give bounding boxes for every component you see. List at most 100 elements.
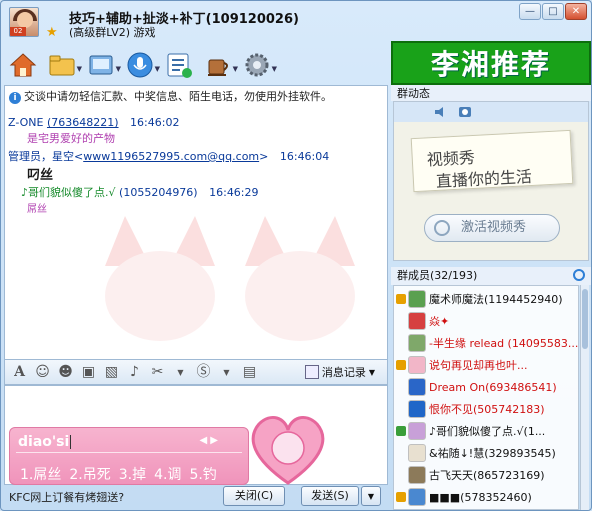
camera-icon[interactable] [458,106,472,118]
list-item[interactable]: 说句再见却再也叶... [396,354,578,376]
chevron-down-icon: ▼ [368,367,375,377]
video-show-note: 视频秀 直播你的生活 [410,129,574,193]
message-sender[interactable]: Z-ONE [8,116,43,129]
member-list[interactable]: 魔术师魔法(1194452940) 焱✦ -半生缘 relead (140955… [393,285,579,510]
toolbar-folder[interactable]: ▼ [44,47,82,83]
owner-badge-icon [396,294,406,304]
message-sender-qq[interactable]: (1055204976) [119,186,198,199]
avatar [408,334,426,352]
member-name: ♪哥们貌似傻了点.√(1... [429,425,546,438]
speaker-icon[interactable] [434,106,448,118]
video-show-line2: 直播你的生活 [435,166,533,191]
chat-history[interactable]: i 交谈中请勿轻信汇款、中奖信息、陌生电话，勿使用外挂软件。 Z-ONE (763… [4,85,388,361]
ime-candidate[interactable]: 3.掉 [119,467,146,483]
ime-candidate[interactable]: 5.钓 [189,467,216,483]
magic-emoji-icon[interactable]: ☻ [57,364,74,381]
maximize-button[interactable]: □ [542,3,564,20]
blank-badge [396,338,406,348]
close-button[interactable]: 关闭(C) [223,486,285,506]
font-icon[interactable]: A [11,364,28,381]
message-sender-email[interactable]: www1196527995.com@qq.com [83,150,259,163]
shake-icon[interactable]: ▣ [80,364,97,381]
send-button[interactable]: 发送(S) [301,486,359,506]
chevron-down-icon: ▼ [271,65,277,73]
toolbar-list[interactable] [161,47,197,83]
toolbar-coffee[interactable]: ▼ [200,47,238,83]
chevron-down-icon: ▼ [367,492,375,501]
message-sender[interactable]: ♪哥们貌似傻了点.√ [21,186,116,199]
member-name: 焱✦ [429,315,450,328]
toolbar-settings[interactable]: ▼ [239,47,277,83]
ime-candidate[interactable]: 1.屌丝 [20,467,61,483]
list-item[interactable]: 焱✦ [396,310,578,332]
status-badge-icon [396,426,406,436]
right-panel: 群动态 视频秀 直播你的生活 激活视频秀 群成员(32/193) 魔术师魔法(1… [391,85,591,510]
toolbar-voice[interactable]: ▼ [122,47,160,83]
member-name: &祐随↓!慧(329893545) [429,447,556,460]
search-icon [434,220,450,236]
more-icon[interactable]: ▤ [241,364,258,381]
banner-text: 李湘推荐 [430,48,551,81]
image-icon[interactable]: ▧ [103,364,120,381]
chevron-down-icon[interactable]: ▼ [218,364,235,381]
list-icon [167,53,192,78]
close-window-button[interactable]: ✕ [565,3,587,20]
music-icon[interactable]: ♪ [126,364,143,381]
ad-banner[interactable]: 李湘推荐 [391,41,591,85]
list-item[interactable]: ♪哥们貌似傻了点.√(1... [396,420,578,442]
message-sender-suffix: > [259,150,269,163]
currency-icon[interactable]: Ⓢ [195,364,212,381]
list-item[interactable]: 古飞天天(865723169) [396,464,578,486]
coffee-icon [208,59,228,76]
blank-badge [396,470,406,480]
members-header: 群成员(32/193) [391,267,591,285]
activate-label: 激活视频秀 [461,220,527,235]
member-name: ■■■(578352460) [429,490,532,504]
avatar [408,312,426,330]
list-item[interactable]: 魔术师魔法(1194452940) [396,288,578,310]
list-item[interactable]: -半生缘 relead (14095583... [396,332,578,354]
search-icon[interactable] [573,269,585,281]
member-name: -半生缘 relead (14095583... [429,337,578,350]
chevron-down-icon: ▼ [115,65,121,73]
message-record-label: 消息记录 [321,366,366,379]
message-sender[interactable]: 管理员，星空< [8,150,83,163]
member-name: 恨你不见(505742183) [429,403,545,416]
qq-group-chat-window: 02 ★ 技巧+辅助+扯淡+补丁(109120026) (高级群LV2) 游戏 … [0,0,592,511]
chevron-down-icon: ▼ [76,65,82,73]
page-arrows-icon[interactable]: ◀ ▶ [199,435,218,446]
scrollbar-thumb[interactable] [582,289,588,349]
message-header: ♪哥们貌似傻了点.√ (1055204976) 16:46:29 [21,184,259,200]
toolbar-home[interactable] [5,47,41,83]
admin-badge-icon [396,492,406,502]
message-text: 是宅男爱好的产物 [27,132,115,145]
list-item[interactable]: Dream On(693486541) [396,376,578,398]
minimize-button[interactable]: — [519,3,541,20]
avatar [408,466,426,484]
microphone-icon [127,52,153,78]
screenshot-icon[interactable]: ✂ [149,364,166,381]
star-icon: ★ [46,25,58,40]
message-record-button[interactable]: 消息记录 ▼ [304,364,375,380]
blank-badge [396,382,406,392]
message-sender-qq[interactable]: (763648221) [47,116,119,129]
folder-icon [49,55,75,76]
ad-link[interactable]: KFC网上订餐有烤翅送? [9,489,124,505]
toolbar-share[interactable]: ▼ [83,47,121,83]
ime-candidate[interactable]: 4.调 [154,467,181,483]
activate-video-show-button[interactable]: 激活视频秀 [424,214,560,242]
member-list-scrollbar[interactable] [580,285,589,510]
send-options-button[interactable]: ▼ [361,486,381,506]
list-item[interactable]: 恨你不见(505742183) [396,398,578,420]
share-icon [89,55,113,75]
message-time: 16:46:02 [130,116,180,129]
emoji-icon[interactable]: ☺ [34,364,51,381]
group-dynamic-header[interactable]: 群动态 [391,85,591,101]
ime-candidate-window: diao'si ◀ ▶ 1.屌丝 2.吊死 3.掉 4.调 5.钓 [9,427,249,485]
list-item[interactable]: &祐随↓!慧(329893545) [396,442,578,464]
ime-candidate[interactable]: 2.吊死 [69,467,110,483]
list-item[interactable]: ■■■(578352460) [396,486,578,508]
chevron-down-icon[interactable]: ▼ [172,364,189,381]
chevron-down-icon: ▼ [154,65,160,73]
group-avatar[interactable]: 02 [9,7,39,37]
